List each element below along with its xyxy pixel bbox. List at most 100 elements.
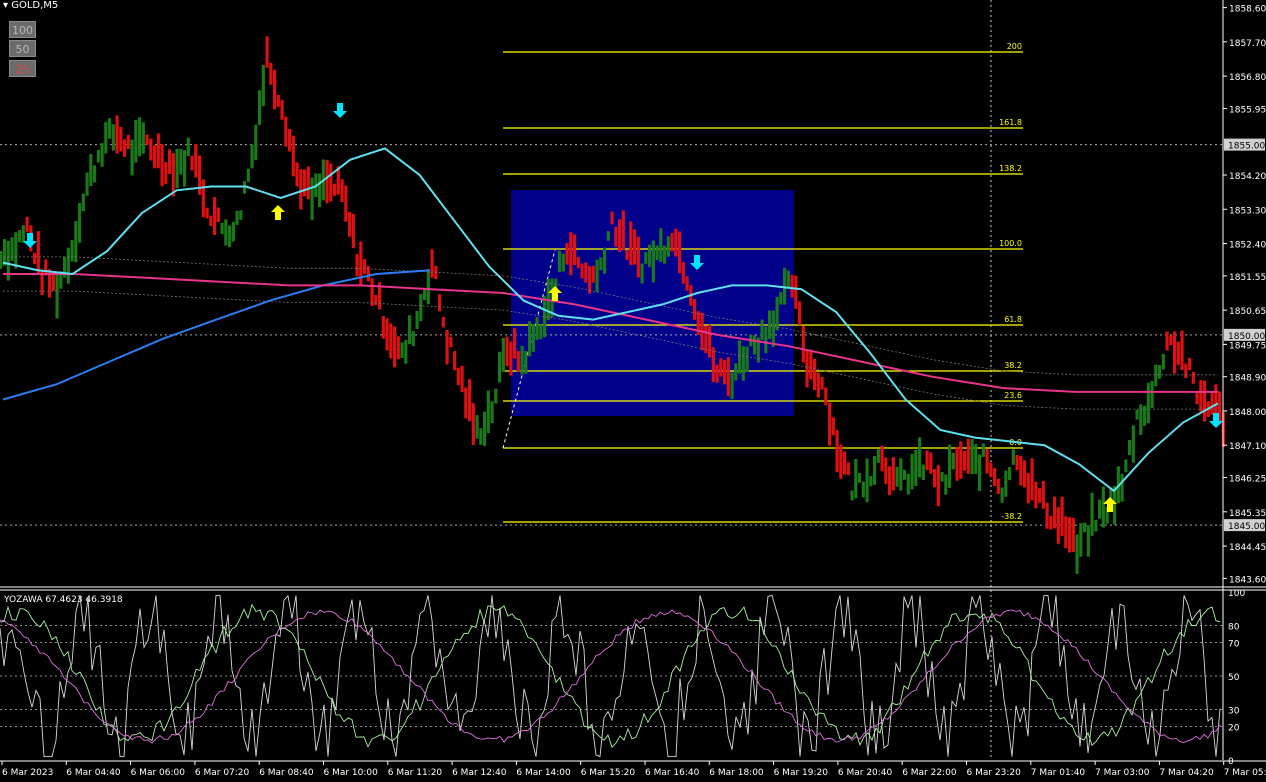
candle xyxy=(951,452,955,470)
candle xyxy=(936,465,940,507)
time-label: 6 Mar 07:20 xyxy=(195,768,250,778)
candle xyxy=(123,139,127,157)
candle xyxy=(618,219,622,252)
candle xyxy=(250,144,254,169)
price-label: 1856.80 xyxy=(1229,73,1266,83)
candle xyxy=(44,259,48,276)
candle xyxy=(273,69,277,110)
candle xyxy=(464,387,468,419)
candle xyxy=(734,363,738,381)
candle xyxy=(288,129,292,152)
candle xyxy=(490,401,494,424)
candle xyxy=(591,265,595,283)
candle xyxy=(816,372,820,398)
candle xyxy=(483,411,487,446)
time-label: 6 Mar 2023 xyxy=(2,768,53,778)
time-label: 6 Mar 11:20 xyxy=(388,768,443,778)
candle xyxy=(194,144,198,178)
candle xyxy=(516,350,520,372)
candle xyxy=(471,403,475,446)
price-label: 1858.60 xyxy=(1229,5,1266,15)
zoom-50-button[interactable]: 50 xyxy=(9,40,36,57)
candle xyxy=(858,472,862,483)
candle xyxy=(1124,459,1128,473)
fib-level-label: 100.0 xyxy=(999,239,1022,248)
time-label: 6 Mar 18:00 xyxy=(709,768,764,778)
zoom-25-button[interactable]: 25 xyxy=(9,60,36,77)
candle xyxy=(854,458,858,499)
candle xyxy=(678,231,682,274)
candle xyxy=(779,292,783,305)
candle xyxy=(186,137,190,157)
candle xyxy=(835,430,839,473)
candle xyxy=(621,210,625,250)
candle xyxy=(1203,380,1207,422)
candle xyxy=(423,289,427,301)
candle xyxy=(419,294,423,322)
candle xyxy=(663,245,667,264)
candle xyxy=(310,177,314,221)
time-label: 6 Mar 12:40 xyxy=(452,768,507,778)
candle xyxy=(989,462,993,478)
time-label: 6 Mar 10:00 xyxy=(324,768,379,778)
candle xyxy=(261,64,265,107)
candle xyxy=(693,299,697,320)
candle xyxy=(790,274,794,298)
candle xyxy=(78,202,82,243)
candle xyxy=(333,183,337,196)
candle xyxy=(265,36,269,68)
candle xyxy=(1083,522,1087,533)
candle xyxy=(666,236,670,257)
candle xyxy=(1176,341,1180,366)
time-label: 6 Mar 06:00 xyxy=(131,768,186,778)
candle xyxy=(231,221,235,242)
candle xyxy=(670,233,674,252)
candle xyxy=(381,315,385,339)
candle xyxy=(1019,455,1023,486)
price-label: 1854.20 xyxy=(1229,172,1266,182)
candle xyxy=(190,155,194,171)
candle xyxy=(168,149,172,174)
candle xyxy=(674,228,678,257)
candle xyxy=(1056,507,1060,544)
price-label: 1847.10 xyxy=(1229,442,1266,452)
price-label: 1852.40 xyxy=(1229,241,1266,251)
candle xyxy=(430,249,434,278)
candle xyxy=(258,90,262,126)
candle xyxy=(884,457,888,484)
candle xyxy=(1135,409,1139,420)
price-label: 1845.35 xyxy=(1229,509,1266,519)
candle xyxy=(1154,364,1158,387)
candle xyxy=(179,148,183,175)
candle xyxy=(66,247,70,284)
candle xyxy=(760,319,764,340)
candle xyxy=(771,310,775,347)
candle xyxy=(996,478,1000,494)
candle xyxy=(156,133,160,169)
candle xyxy=(18,230,22,243)
fib-level-label: -38.2 xyxy=(1001,512,1022,521)
price-label: 1849.75 xyxy=(1229,341,1266,351)
candle xyxy=(644,252,648,264)
candle xyxy=(813,358,817,391)
sell-arrow-down-icon xyxy=(333,103,347,118)
candle xyxy=(10,237,14,261)
time-label: 7 Mar 04:20 xyxy=(1159,768,1214,778)
candle xyxy=(981,443,985,457)
candle xyxy=(183,150,187,187)
candle xyxy=(153,145,157,169)
candle xyxy=(1004,470,1008,497)
candle xyxy=(914,450,918,487)
candle xyxy=(36,231,40,274)
candle xyxy=(393,326,397,368)
chart-canvas[interactable]: 200161.8138.2100.061.838.223.60.0-38.2 1… xyxy=(0,0,1266,782)
candle xyxy=(726,357,730,397)
fib-level-label: 138.2 xyxy=(999,164,1022,173)
candle xyxy=(501,337,505,372)
chevron-down-icon[interactable]: ▾ xyxy=(3,0,8,11)
osc-axis-label: 70 xyxy=(1228,639,1240,649)
candle xyxy=(576,256,580,269)
candle xyxy=(820,376,824,390)
candle xyxy=(1023,460,1027,488)
zoom-100-button[interactable]: 100 xyxy=(9,21,36,38)
